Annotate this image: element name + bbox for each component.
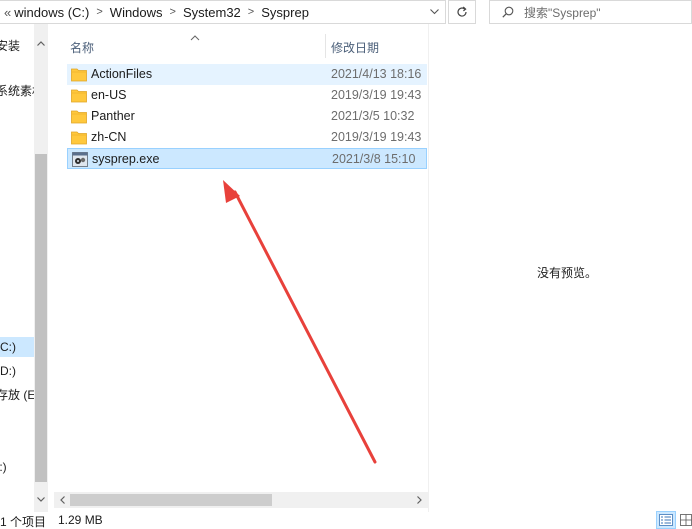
scroll-down-arrow[interactable]	[34, 492, 48, 506]
file-row-actionfiles[interactable]: ActionFiles 2021/4/13 18:16	[67, 64, 427, 85]
file-name: Panther	[91, 109, 135, 123]
folder-icon	[71, 110, 87, 124]
file-date: 2019/3/19 19:43	[331, 88, 422, 102]
horizontal-scrollbar-thumb[interactable]	[70, 494, 272, 506]
address-dropdown-button[interactable]	[423, 1, 445, 23]
status-bar: 1 个项目 1.29 MB	[0, 511, 692, 529]
file-row-panther[interactable]: Panther 2021/3/5 10:32	[67, 106, 427, 127]
file-name: ActionFiles	[91, 67, 153, 81]
file-name: zh-CN	[91, 130, 127, 144]
exe-icon	[72, 152, 88, 167]
nav-item-drive-c[interactable]: (C:)	[0, 337, 34, 357]
chevron-right-icon[interactable]: >	[96, 6, 102, 18]
column-header-date[interactable]: 修改日期	[331, 39, 379, 56]
chevron-right-icon[interactable]: >	[170, 6, 176, 18]
chevron-down-icon	[429, 9, 439, 15]
address-bar[interactable]: « windows (C:) > Windows > System32 > Sy…	[0, 0, 446, 24]
nav-item-drive-i[interactable]: I:)	[0, 457, 34, 477]
breadcrumb-overflow[interactable]: «	[4, 5, 11, 20]
search-placeholder: 搜索"Sysprep"	[524, 5, 601, 20]
file-list-horizontal-scrollbar[interactable]	[54, 492, 428, 508]
nav-item-install[interactable]: 安装	[0, 36, 34, 56]
folder-icon	[71, 68, 87, 82]
refresh-button[interactable]	[448, 0, 476, 24]
breadcrumb-system32[interactable]: System32	[183, 5, 241, 20]
file-date: 2021/4/13 18:16	[331, 67, 422, 81]
chevron-up-icon	[37, 40, 45, 46]
nav-scrollbar-thumb[interactable]	[35, 154, 47, 482]
large-icons-view-button[interactable]	[676, 511, 692, 529]
breadcrumb-windows[interactable]: Windows	[110, 5, 163, 20]
details-view-icon	[659, 514, 673, 526]
scroll-right-arrow[interactable]	[412, 493, 426, 507]
column-header-name[interactable]: 名称	[70, 39, 94, 56]
sort-ascending-icon	[190, 35, 200, 41]
column-divider[interactable]	[325, 34, 326, 58]
chevron-down-icon	[37, 496, 45, 502]
chevron-left-icon	[59, 496, 65, 504]
file-row-en-us[interactable]: en-US 2019/3/19 19:43	[67, 85, 427, 106]
item-count: 1 个项目	[0, 515, 47, 529]
file-date: 2021/3/5 10:32	[331, 109, 415, 123]
search-icon	[502, 6, 514, 18]
nav-item-system-assets[interactable]: 系统素材	[0, 81, 34, 101]
file-date: 2021/3/8 15:10	[332, 152, 416, 166]
address-row: « windows (C:) > Windows > System32 > Sy…	[0, 0, 692, 24]
file-list: 名称 修改日期 ActionFiles 2021/4/13 18:16 en-U…	[62, 24, 427, 512]
refresh-icon	[457, 6, 467, 17]
chevron-right-icon	[416, 496, 422, 504]
selection-size: 1.29 MB	[58, 513, 103, 527]
breadcrumb-drive[interactable]: windows (C:)	[14, 5, 89, 20]
details-view-button[interactable]	[656, 511, 676, 529]
nav-item-drive-e[interactable]: 存放 (E	[0, 385, 34, 405]
column-header-row: 名称 修改日期	[62, 34, 427, 58]
scroll-left-arrow[interactable]	[55, 493, 69, 507]
breadcrumb: « windows (C:) > Windows > System32 > Sy…	[0, 5, 309, 20]
folder-icon	[71, 131, 87, 145]
nav-vertical-scrollbar[interactable]	[34, 24, 48, 512]
file-name: en-US	[91, 88, 127, 102]
nav-item-drive-d[interactable]: (D:)	[0, 361, 34, 381]
file-name: sysprep.exe	[92, 152, 160, 166]
chevron-right-icon[interactable]: >	[248, 6, 254, 18]
scroll-up-arrow[interactable]	[34, 36, 48, 50]
file-date: 2019/3/19 19:43	[331, 130, 422, 144]
no-preview-message: 没有预览。	[537, 266, 598, 280]
folder-icon	[71, 89, 87, 103]
preview-pane: 没有预览。	[428, 24, 692, 512]
breadcrumb-sysprep[interactable]: Sysprep	[261, 5, 309, 20]
large-icons-view-icon	[680, 514, 692, 526]
search-input[interactable]: 搜索"Sysprep"	[489, 0, 692, 24]
file-row-sysprep-exe[interactable]: sysprep.exe 2021/3/8 15:10	[67, 148, 427, 169]
file-row-zh-cn[interactable]: zh-CN 2019/3/19 19:43	[67, 127, 427, 148]
